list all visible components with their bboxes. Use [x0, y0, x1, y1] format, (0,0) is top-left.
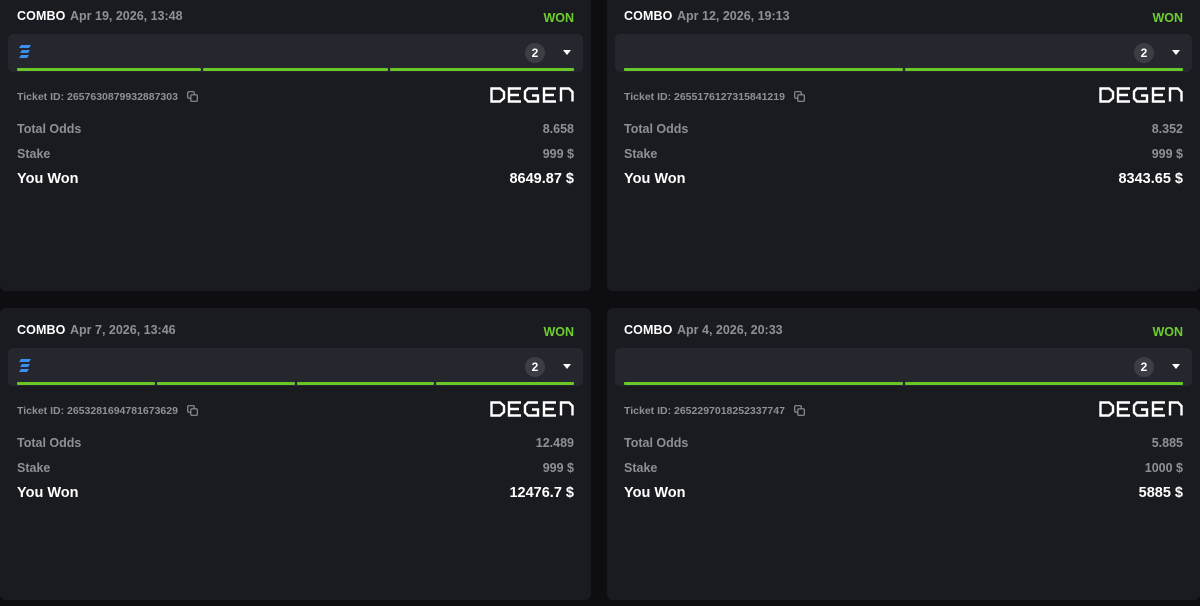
copy-icon[interactable]	[793, 405, 805, 416]
chevron-down-icon[interactable]	[1172, 364, 1180, 369]
bet-legs-toggle[interactable]: 2	[615, 34, 1192, 72]
stake-value: 999 $	[1151, 147, 1183, 161]
leg-progress-segment	[17, 68, 202, 71]
total-odds-label: Total Odds	[17, 436, 82, 450]
bet-legs-toggle[interactable]: 2	[8, 34, 583, 72]
bet-header: COMBO Apr 12, 2026, 19:13 WON	[624, 3, 1183, 25]
bet-type: COMBO	[624, 323, 673, 337]
leg-progress-segment	[624, 382, 903, 385]
bet-card[interactable]: COMBO Apr 12, 2026, 19:13 WON 2 Ticket I…	[607, 0, 1200, 291]
ticket-id-label: Ticket ID:	[624, 405, 672, 417]
sport-icon	[19, 45, 31, 58]
ticket-id: Ticket ID: 2653281694781673629	[17, 405, 198, 417]
leg-progress-segment	[624, 68, 903, 71]
legs-count-badge: 2	[525, 43, 545, 63]
you-won-label: You Won	[17, 171, 79, 187]
leg-progress-segment	[904, 382, 1183, 385]
bet-date: Apr 4, 2026, 20:33	[677, 323, 783, 337]
leg-progress-segment	[17, 382, 155, 385]
ticket-id: Ticket ID: 2655176127315841219	[624, 91, 805, 103]
total-odds-label: Total Odds	[17, 122, 82, 136]
ticket-id-value: 2657630879932887303	[67, 91, 178, 103]
legs-count-badge: 2	[525, 357, 545, 377]
bet-legs-toggle[interactable]: 2	[615, 348, 1192, 386]
total-odds-label: Total Odds	[624, 436, 689, 450]
you-won-label: You Won	[624, 171, 686, 187]
stake-value: 999 $	[542, 461, 574, 475]
leg-progress-segment	[389, 68, 574, 71]
legs-progress	[17, 68, 574, 71]
you-won-value: 12476.7 $	[509, 485, 574, 501]
degen-logo	[490, 401, 574, 417]
bet-header: COMBO Apr 4, 2026, 20:33 WON	[624, 317, 1183, 339]
you-won-label: You Won	[624, 485, 686, 501]
bet-date: Apr 7, 2026, 13:46	[70, 323, 176, 337]
legs-progress	[624, 382, 1183, 385]
leg-progress-segment	[436, 382, 574, 385]
stake-value: 999 $	[542, 147, 574, 161]
bet-type: COMBO	[17, 9, 66, 23]
bet-date: Apr 19, 2026, 13:48	[70, 9, 183, 23]
legs-progress	[17, 382, 574, 385]
degen-logo	[490, 87, 574, 103]
you-won-value: 8649.87 $	[509, 171, 574, 187]
leg-progress-segment	[296, 382, 435, 385]
bet-type: COMBO	[17, 323, 66, 337]
you-won-value: 5885 $	[1138, 485, 1183, 501]
bet-status-badge: WON	[543, 325, 574, 339]
total-odds-value: 8.658	[542, 122, 574, 136]
bet-type: COMBO	[624, 9, 673, 23]
total-odds-label: Total Odds	[624, 122, 689, 136]
stake-value: 1000 $	[1144, 461, 1183, 475]
chevron-down-icon[interactable]	[563, 50, 571, 55]
stake-label: Stake	[17, 461, 51, 475]
degen-logo	[1099, 87, 1183, 103]
bet-status-badge: WON	[1152, 325, 1183, 339]
you-won-value: 8343.65 $	[1118, 171, 1183, 187]
ticket-id: Ticket ID: 2657630879932887303	[17, 91, 198, 103]
you-won-label: You Won	[17, 485, 79, 501]
bet-header: COMBO Apr 19, 2026, 13:48 WON	[17, 3, 574, 25]
stake-label: Stake	[17, 147, 51, 161]
bet-status-badge: WON	[1152, 11, 1183, 25]
leg-progress-segment	[904, 68, 1183, 71]
chevron-down-icon[interactable]	[563, 364, 571, 369]
total-odds-value: 5.885	[1151, 436, 1183, 450]
bet-legs-toggle[interactable]: 2	[8, 348, 583, 386]
ticket-id-value: 2652297018252337747	[674, 405, 785, 417]
chevron-down-icon[interactable]	[1172, 50, 1180, 55]
bet-card[interactable]: COMBO Apr 4, 2026, 20:33 WON 2 Ticket ID…	[607, 308, 1200, 600]
ticket-id-value: 2655176127315841219	[674, 91, 785, 103]
sport-icon	[19, 359, 31, 372]
copy-icon[interactable]	[186, 405, 198, 416]
bet-card[interactable]: COMBO Apr 7, 2026, 13:46 WON 2 Ticket ID…	[0, 308, 591, 600]
stake-label: Stake	[624, 461, 658, 475]
total-odds-value: 8.352	[1151, 122, 1183, 136]
bet-date: Apr 12, 2026, 19:13	[677, 9, 790, 23]
bet-header: COMBO Apr 7, 2026, 13:46 WON	[17, 317, 574, 339]
ticket-id-label: Ticket ID:	[17, 91, 65, 103]
leg-progress-segment	[156, 382, 295, 385]
legs-count-badge: 2	[1134, 43, 1154, 63]
leg-progress-segment	[203, 68, 388, 71]
stake-label: Stake	[624, 147, 658, 161]
copy-icon[interactable]	[793, 91, 805, 102]
total-odds-value: 12.489	[535, 436, 574, 450]
legs-count-badge: 2	[1134, 357, 1154, 377]
ticket-id-value: 2653281694781673629	[67, 405, 178, 417]
degen-logo	[1099, 401, 1183, 417]
copy-icon[interactable]	[186, 91, 198, 102]
bet-card[interactable]: COMBO Apr 19, 2026, 13:48 WON 2 Ticket I…	[0, 0, 591, 291]
legs-progress	[624, 68, 1183, 71]
ticket-id: Ticket ID: 2652297018252337747	[624, 405, 805, 417]
ticket-id-label: Ticket ID:	[17, 405, 65, 417]
bet-status-badge: WON	[543, 11, 574, 25]
ticket-id-label: Ticket ID:	[624, 91, 672, 103]
